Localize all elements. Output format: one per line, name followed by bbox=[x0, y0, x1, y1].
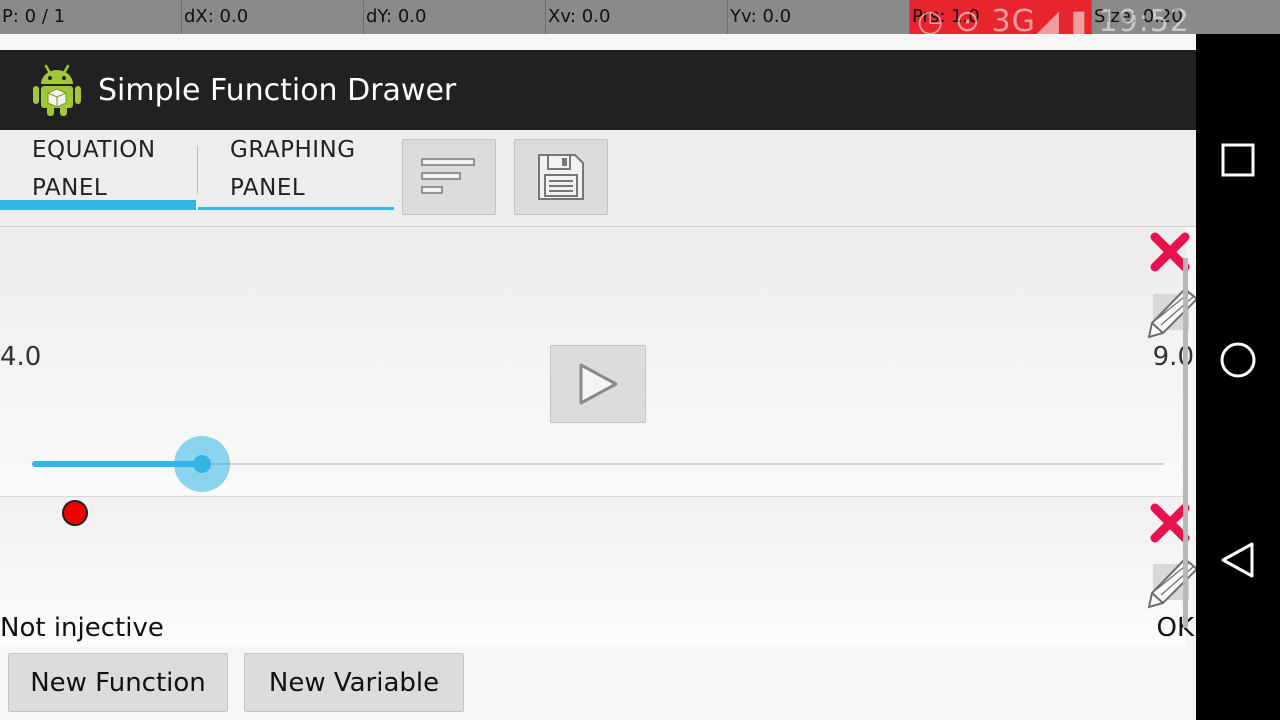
save-button[interactable] bbox=[514, 139, 608, 215]
android-app-icon bbox=[33, 64, 81, 116]
app-title: Simple Function Drawer bbox=[98, 72, 457, 108]
floppy-disk-icon bbox=[538, 154, 584, 200]
circle-home-icon bbox=[1220, 342, 1256, 378]
tab-indicator bbox=[198, 207, 394, 210]
status-bar-ghost: ◷ ⊙ 3G◢ ▮ 19:52 bbox=[917, 4, 1190, 39]
tab-equation-panel[interactable]: EQUATION PANEL bbox=[0, 130, 196, 210]
variable-card: 4.0 9.0 bbox=[0, 227, 1196, 495]
new-function-button[interactable]: New Function bbox=[8, 653, 228, 712]
pencil-edit-icon[interactable] bbox=[1145, 285, 1196, 341]
recents-button[interactable] bbox=[1216, 138, 1260, 182]
sort-lines-icon bbox=[421, 158, 475, 194]
pointer-xv: Xv: 0.0 bbox=[546, 0, 728, 34]
function-ok-status: OK bbox=[1156, 613, 1194, 643]
variable-slider-thumb[interactable] bbox=[193, 455, 211, 473]
pointer-dy: dY: 0.0 bbox=[364, 0, 546, 34]
action-bar: Simple Function Drawer bbox=[0, 50, 1196, 130]
square-recents-icon bbox=[1221, 143, 1255, 177]
list-scrollbar[interactable] bbox=[1183, 258, 1188, 628]
injectivity-status: Not injective bbox=[0, 613, 164, 643]
tab-strip: EQUATION PANEL GRAPHING PANEL bbox=[0, 130, 1196, 227]
home-button[interactable] bbox=[1216, 338, 1260, 382]
tab-label-line2: PANEL bbox=[230, 175, 306, 201]
back-button[interactable] bbox=[1216, 538, 1260, 582]
triangle-back-icon bbox=[1221, 542, 1254, 578]
function-color-dot[interactable] bbox=[62, 500, 88, 526]
slider-min-label: 4.0 bbox=[0, 342, 42, 372]
new-variable-button[interactable]: New Variable bbox=[244, 653, 464, 712]
tab-label-line1: EQUATION bbox=[32, 137, 156, 163]
tab-graphing-panel[interactable]: GRAPHING PANEL bbox=[198, 130, 394, 210]
pointer-count: P: 0 / 1 bbox=[0, 0, 182, 34]
tab-label-line1: GRAPHING bbox=[230, 137, 356, 163]
play-button[interactable] bbox=[550, 345, 646, 423]
tab-selected-indicator bbox=[0, 200, 196, 210]
pencil-edit-icon[interactable] bbox=[1145, 555, 1196, 611]
navigation-bar bbox=[1196, 0, 1280, 720]
function-card: Not injective OK bbox=[0, 497, 1196, 647]
app-window: Simple Function Drawer EQUATION PANEL GR… bbox=[0, 0, 1196, 720]
sort-button[interactable] bbox=[402, 139, 496, 215]
play-icon bbox=[579, 363, 618, 405]
pointer-yv: Yv: 0.0 bbox=[728, 0, 910, 34]
pointer-dx: dX: 0.0 bbox=[182, 0, 364, 34]
